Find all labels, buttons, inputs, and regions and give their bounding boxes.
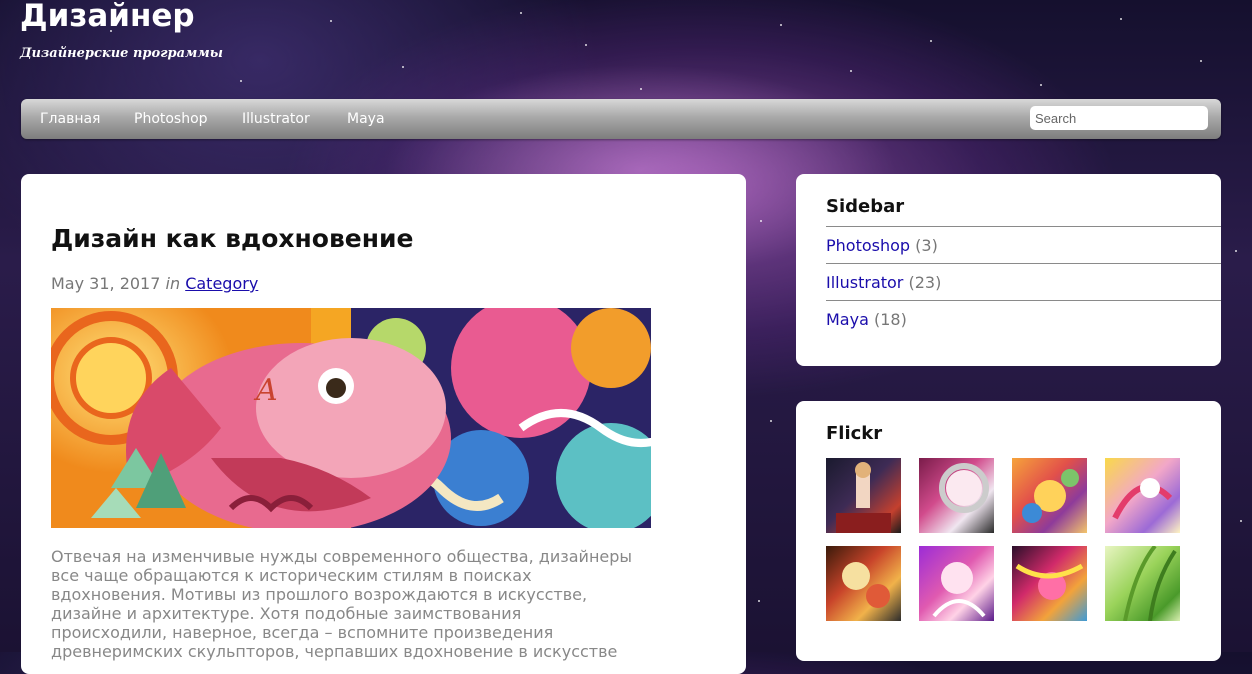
nav-item-home[interactable]: Главная xyxy=(40,111,100,127)
site-description: Дизайнерские программы xyxy=(20,46,223,61)
search-input[interactable] xyxy=(1030,106,1208,130)
flickr-widget-title: Flickr xyxy=(826,423,883,444)
sidebar-widget-title: Sidebar xyxy=(826,196,905,217)
nav-item-maya[interactable]: Maya xyxy=(347,111,385,127)
category-count: (18) xyxy=(873,310,907,329)
sidebar-widget: Sidebar Photoshop (3) Illustrator (23) M… xyxy=(796,174,1221,366)
post-card: Дизайн как вдохновение May 31, 2017 in C… xyxy=(21,174,746,674)
photo-thumbnail-icon[interactable] xyxy=(1105,458,1180,533)
photo-thumbnail-icon[interactable] xyxy=(1012,458,1087,533)
post-excerpt: Отвечая на изменчивые нужды современного… xyxy=(51,547,633,661)
photo-thumbnail-icon[interactable] xyxy=(919,458,994,533)
sidebar-category-photoshop: Photoshop (3) xyxy=(826,226,1221,263)
sidebar-category-illustrator: Illustrator (23) xyxy=(826,263,1221,300)
category-count: (3) xyxy=(915,236,938,255)
post-in-label: in xyxy=(165,274,181,293)
post-meta: May 31, 2017 in Category xyxy=(51,274,258,293)
photo-thumbnail-icon[interactable] xyxy=(919,546,994,621)
photo-thumbnail-icon[interactable] xyxy=(826,546,901,621)
category-count: (23) xyxy=(908,273,942,292)
main-navigation: Главная Photoshop Illustrator Maya xyxy=(21,99,1221,139)
post-category-link[interactable]: Category xyxy=(185,274,258,293)
post-date: May 31, 2017 xyxy=(51,274,161,293)
nav-item-illustrator[interactable]: Illustrator xyxy=(242,111,310,127)
koi-fish-illustration-icon[interactable]: A xyxy=(51,308,651,528)
nav-item-photoshop[interactable]: Photoshop xyxy=(134,111,208,127)
photo-thumbnail-icon[interactable] xyxy=(826,458,901,533)
category-link[interactable]: Photoshop xyxy=(826,236,910,255)
category-link[interactable]: Illustrator xyxy=(826,273,903,292)
site-title[interactable]: Дизайнер xyxy=(20,0,195,34)
flickr-widget: Flickr xyxy=(796,401,1221,661)
photo-thumbnail-icon[interactable] xyxy=(1012,546,1087,621)
photo-thumbnail-icon[interactable] xyxy=(1105,546,1180,621)
category-link[interactable]: Maya xyxy=(826,310,869,329)
sidebar-category-maya: Maya (18) xyxy=(826,300,1221,337)
svg-text:A: A xyxy=(253,373,278,408)
post-title[interactable]: Дизайн как вдохновение xyxy=(51,224,413,253)
